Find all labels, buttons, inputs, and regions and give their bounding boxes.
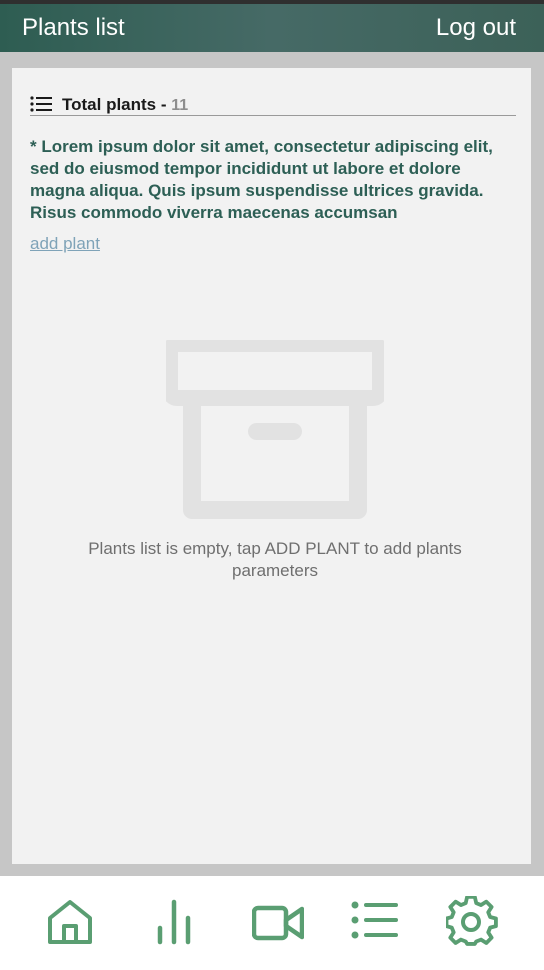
plants-panel: Total plants - 11 * Lorem ipsum dolor si… <box>12 68 531 864</box>
app-screen: Plants list Log out Total plants - 11 * … <box>0 0 544 970</box>
nav-list[interactable] <box>350 896 402 948</box>
bottom-navigation <box>0 876 544 970</box>
logout-button[interactable]: Log out <box>436 14 516 42</box>
app-header: Plants list Log out <box>0 4 544 52</box>
total-plants-separator: - <box>156 95 172 114</box>
gear-icon <box>444 894 498 946</box>
home-icon <box>48 900 92 944</box>
list-icon <box>30 96 52 112</box>
add-plant-link[interactable]: add plant <box>30 234 100 254</box>
page-title: Plants list <box>22 14 125 41</box>
description-text: * Lorem ipsum dolor sit amet, consectetu… <box>30 137 493 222</box>
nav-video[interactable] <box>251 896 305 948</box>
nav-home[interactable] <box>44 896 96 948</box>
archive-box-icon <box>166 340 384 519</box>
nav-stats[interactable] <box>150 896 202 948</box>
total-plants-row: Total plants - 11 <box>30 94 516 116</box>
total-plants-text: Total plants - 11 <box>62 95 188 116</box>
nav-settings[interactable] <box>444 894 498 948</box>
total-plants-count: 11 <box>171 97 189 114</box>
bar-chart-icon <box>157 899 191 945</box>
empty-state-message: Plants list is empty, tap ADD PLANT to a… <box>88 539 462 580</box>
list-icon <box>351 901 398 939</box>
video-camera-icon <box>251 905 305 941</box>
total-plants-label: Total plants <box>62 95 157 114</box>
